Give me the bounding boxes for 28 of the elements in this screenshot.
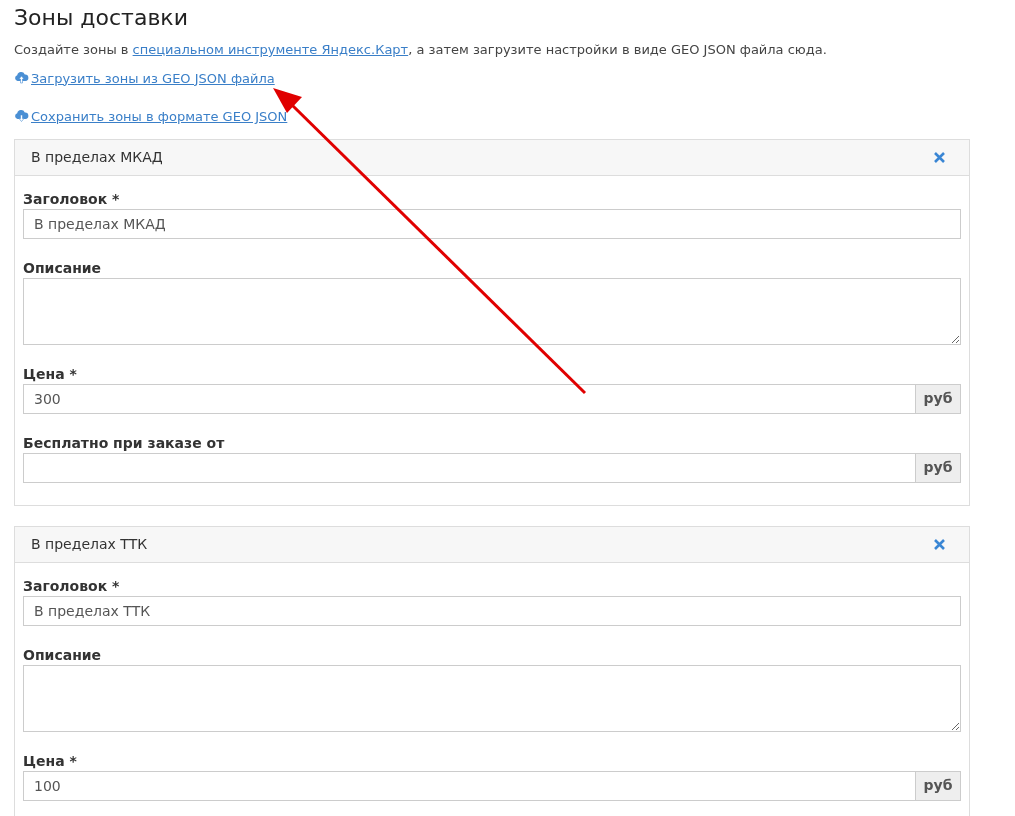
field-label: Описание <box>23 645 103 664</box>
input-field[interactable]: 300 <box>23 383 916 414</box>
upload-zones-link[interactable]: Загрузить зоны из GEO JSON файла <box>14 68 275 88</box>
field-label: Бесплатно при заказе от <box>23 433 226 452</box>
input-field[interactable]: 100 <box>23 770 916 801</box>
text-area[interactable] <box>23 664 961 732</box>
field-label: Цена * <box>23 751 78 770</box>
field-label: Заголовок * <box>23 576 121 595</box>
input-field[interactable]: В пределах ТТК <box>23 595 961 626</box>
maps-tool-link[interactable]: специальном инструменте Яндекс.Карт <box>132 42 409 57</box>
save-zones-link[interactable]: Сохранить зоны в формате GEO JSON <box>14 107 288 127</box>
cloud-upload-icon <box>14 71 29 84</box>
input-field[interactable]: В пределах МКАД <box>23 208 961 239</box>
text-area[interactable] <box>23 277 961 345</box>
field-label: Описание <box>23 258 103 277</box>
close-icon[interactable] <box>934 151 945 163</box>
currency-addon: руб <box>916 383 961 414</box>
page-title: Зоны доставки <box>14 4 189 32</box>
currency-addon: руб <box>916 452 961 483</box>
currency-addon: руб <box>916 770 961 801</box>
zone-name: В пределах ТТК <box>31 534 148 554</box>
field-label: Заголовок * <box>23 189 121 208</box>
intro-text: Создайте зоны в специальном инструменте Яндекс.Карт, а затем загрузите настройки в виде GEO JSON файла сюда. <box>14 41 828 59</box>
cloud-download-icon <box>14 110 29 122</box>
close-icon[interactable] <box>934 538 945 550</box>
input-field[interactable] <box>23 452 916 483</box>
zone-name: В пределах МКАД <box>31 147 163 167</box>
field-label: Цена * <box>23 364 78 383</box>
